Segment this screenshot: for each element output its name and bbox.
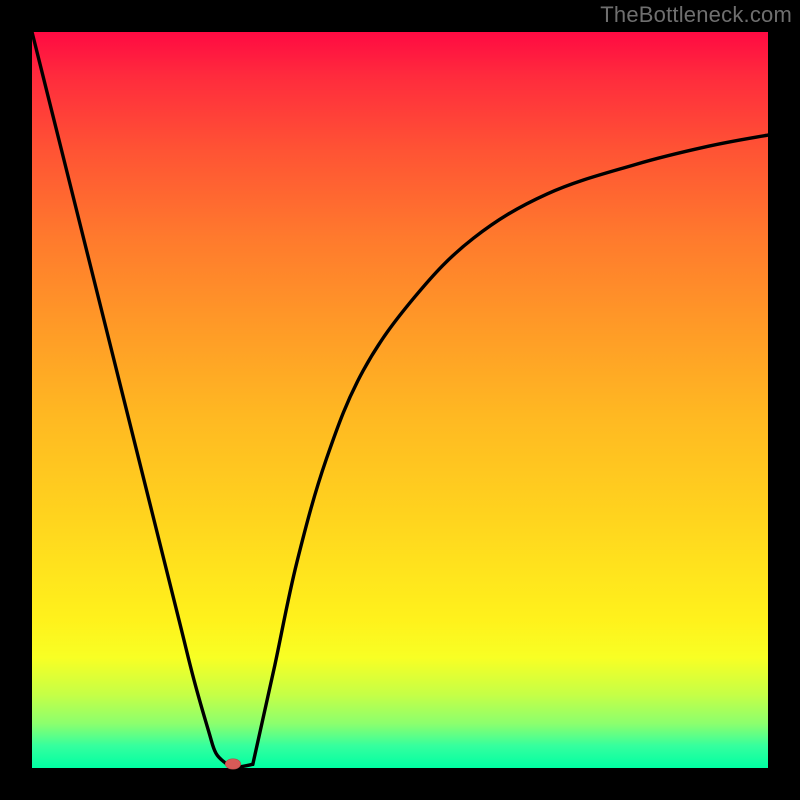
chart-container: TheBottleneck.com: [0, 0, 800, 800]
plot-area: [32, 32, 768, 768]
chart-curve: [32, 32, 768, 768]
series-right-branch: [253, 135, 768, 764]
series-left-branch: [32, 32, 227, 764]
minimum-marker: [225, 758, 241, 769]
source-label: TheBottleneck.com: [600, 2, 792, 28]
